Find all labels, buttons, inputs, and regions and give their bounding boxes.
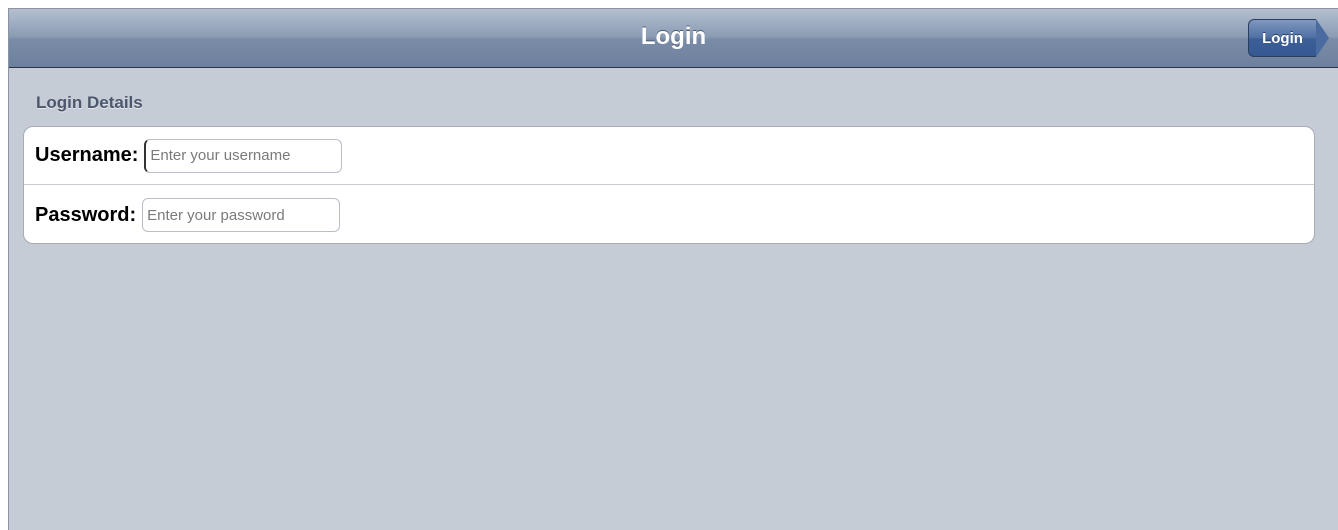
- username-row: Username:: [24, 127, 1314, 185]
- login-form-group: Username: Password:: [23, 126, 1315, 244]
- section-header: Login Details: [36, 93, 143, 112]
- password-input[interactable]: [142, 198, 341, 232]
- username-label: Username:: [35, 144, 139, 166]
- username-input[interactable]: [144, 138, 343, 173]
- navigation-bar: Login Login: [9, 9, 1338, 68]
- login-button[interactable]: Login: [1248, 19, 1329, 57]
- forward-arrow-icon: [1316, 19, 1329, 57]
- login-button-label: Login: [1262, 29, 1303, 47]
- password-row: Password:: [24, 186, 1314, 243]
- app-window: Login Login Login Details Username: Pass…: [8, 8, 1338, 530]
- nav-title: Login: [640, 23, 707, 50]
- password-label: Password:: [35, 203, 137, 226]
